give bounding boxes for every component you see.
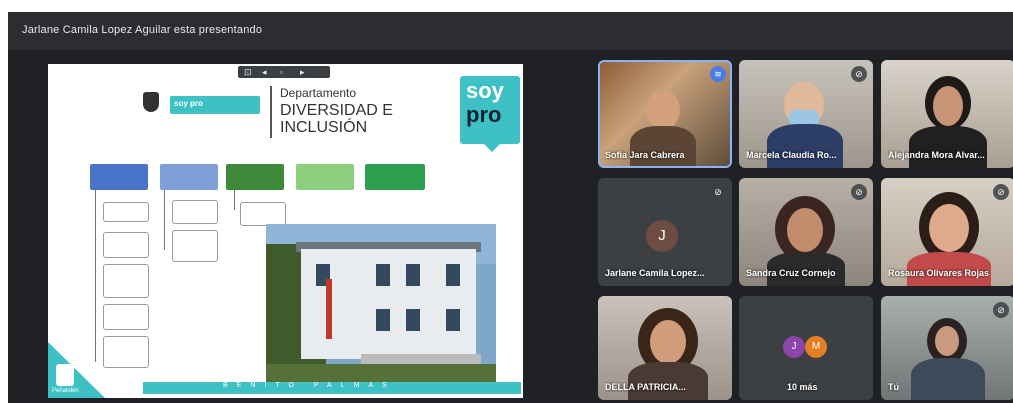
org-sub-item [103, 232, 149, 258]
presenting-banner: Jarlane Camila Lopez Aguilar esta presen… [22, 24, 263, 36]
participant-body [911, 358, 985, 400]
photo-window [406, 309, 420, 331]
fullscreen-icon[interactable]: ▫ [280, 66, 283, 78]
mic-off-icon: ⊘ [993, 302, 1009, 318]
slide-title-line2: INCLUSIÓN [280, 119, 368, 136]
others-avatar: J [783, 336, 805, 358]
participant-name: Sandra Cruz Cornejo [746, 268, 836, 278]
slide-footer-band: BENITO PALMAS [143, 382, 521, 394]
photo-window [446, 264, 460, 286]
org-connector [164, 190, 165, 250]
org-box-5 [365, 164, 425, 190]
photo-window [406, 264, 420, 286]
meeting-window: Jarlane Camila Lopez Aguilar esta presen… [8, 12, 1013, 403]
participant-face [935, 326, 959, 356]
participant-tile-3[interactable]: Alejandra Mora Alvar... [881, 60, 1013, 168]
slide-tag: soy pro [170, 96, 260, 114]
org-sub-item [103, 304, 149, 330]
photo-window [376, 309, 390, 331]
prev-icon[interactable]: ◂ [262, 66, 267, 78]
org-sub-item [240, 202, 286, 226]
presenting-bar: Jarlane Camila Lopez Aguilar esta presen… [8, 12, 1013, 50]
zoom-icon[interactable]: ⊡ [244, 66, 252, 78]
participant-tile-7[interactable]: DELLA PATRICIA... [598, 296, 732, 400]
slide-title-line1: DIVERSIDAD E [280, 102, 393, 119]
speech-tail-icon [482, 142, 502, 152]
brand-bottom: pro [466, 102, 502, 127]
participant-name: Jarlane Camila Lopez... [605, 268, 705, 278]
slide-title-small: Departamento [280, 86, 357, 100]
active-speaker-border [598, 60, 732, 168]
participant-name: Rosaura Olivares Rojas [888, 268, 990, 278]
photo-flag [326, 279, 332, 339]
building-photo [266, 224, 496, 382]
participant-body [628, 362, 708, 400]
participant-name: Tú [888, 382, 899, 392]
participant-face [650, 320, 686, 364]
org-sub-item [103, 336, 149, 368]
org-sub-item [172, 230, 218, 262]
org-sub-item [103, 202, 149, 222]
soypro-logo: soy pro [460, 76, 520, 152]
participant-tile-5[interactable]: ⊘ Sandra Cruz Cornejo [739, 178, 873, 286]
participant-body [767, 124, 843, 168]
participant-tile-2[interactable]: ⊘ Marcela Claudia Ro... [739, 60, 873, 168]
org-box-4 [296, 164, 354, 190]
org-connector [95, 190, 96, 362]
participant-avatar: J [646, 220, 678, 252]
participant-name: DELLA PATRICIA... [605, 382, 686, 392]
participant-tile-4[interactable]: J ⊘ Jarlane Camila Lopez... [598, 178, 732, 286]
photo-window [376, 264, 390, 286]
municipal-logo-icon [56, 364, 74, 386]
slide-footer-text: BENITO PALMAS [223, 382, 396, 389]
mic-off-icon: ⊘ [710, 184, 726, 200]
photo-window [446, 309, 460, 331]
participant-face [787, 208, 823, 252]
participant-tile-1[interactable]: ≋ Sofia Jara Cabrera [598, 60, 732, 168]
next-icon[interactable]: ▸ [300, 66, 305, 78]
municipal-crest-icon [143, 92, 159, 112]
brand-top: soy [466, 78, 504, 103]
participant-tile-6[interactable]: ⊘ Rosaura Olivares Rojas [881, 178, 1013, 286]
mic-off-icon: ⊘ [851, 66, 867, 82]
participant-face [933, 86, 963, 126]
org-box-3 [226, 164, 284, 190]
org-sub-item [172, 200, 218, 224]
org-connector [234, 190, 235, 210]
participant-body [909, 126, 987, 168]
others-count: 10 más [787, 382, 818, 392]
others-avatar: M [805, 336, 827, 358]
org-sub-item [103, 264, 149, 298]
photo-grass [266, 364, 496, 382]
corner-label: Peñalolén [52, 388, 79, 394]
org-box-2 [160, 164, 218, 190]
slide-tag-label: soy pro [174, 99, 203, 108]
mic-off-icon: ⊘ [993, 184, 1009, 200]
presentation-slide[interactable]: soy pro Departamento DIVERSIDAD E INCLUS… [48, 64, 523, 398]
presentation-toolbar: ⊡ ◂ ▫ ▸ [238, 66, 330, 78]
title-divider [270, 86, 272, 138]
participant-name: Marcela Claudia Ro... [746, 150, 837, 160]
others-tile[interactable]: J M 10 más [739, 296, 873, 400]
participant-face [929, 204, 969, 252]
participant-name: Alejandra Mora Alvar... [888, 150, 985, 160]
mic-off-icon: ⊘ [851, 184, 867, 200]
org-box-1 [90, 164, 148, 190]
self-tile[interactable]: ⊘ Tú [881, 296, 1013, 400]
